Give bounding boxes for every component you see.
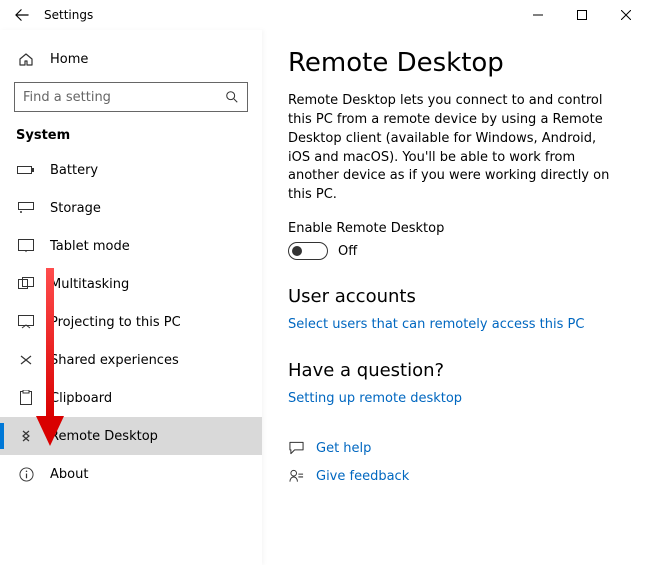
sidebar-item-projecting[interactable]: Projecting to this PC: [0, 303, 262, 341]
minimize-icon: [533, 10, 543, 20]
sidebar-item-tablet-mode[interactable]: Tablet mode: [0, 227, 262, 265]
arrow-left-icon: [15, 8, 29, 22]
titlebar: Settings: [0, 0, 648, 30]
chat-icon: [288, 441, 304, 455]
battery-icon: [16, 164, 36, 176]
search-input-wrap[interactable]: [14, 82, 248, 112]
have-a-question-heading: Have a question?: [288, 360, 622, 381]
toggle-label: Enable Remote Desktop: [288, 221, 622, 236]
sidebar-item-label: Clipboard: [50, 391, 112, 406]
sidebar-item-shared-experiences[interactable]: Shared experiences: [0, 341, 262, 379]
window-title: Settings: [44, 8, 93, 22]
sidebar-item-label: Projecting to this PC: [50, 315, 181, 330]
get-help-link[interactable]: Get help: [316, 441, 371, 456]
sidebar-section-label: System: [0, 122, 262, 151]
close-icon: [621, 10, 631, 20]
search-input[interactable]: [23, 90, 225, 105]
minimize-button[interactable]: [516, 0, 560, 30]
storage-icon: [16, 202, 36, 214]
search-icon: [225, 90, 239, 104]
sidebar: Home System Battery Storage: [0, 30, 262, 565]
home-icon: [16, 51, 36, 67]
window-controls: [516, 0, 648, 30]
close-button[interactable]: [604, 0, 648, 30]
user-accounts-heading: User accounts: [288, 286, 622, 307]
tablet-icon: [16, 239, 36, 253]
enable-remote-desktop-toggle[interactable]: [288, 242, 328, 260]
feedback-icon: [288, 469, 304, 483]
page-title: Remote Desktop: [288, 48, 622, 78]
setting-up-remote-desktop-link[interactable]: Setting up remote desktop: [288, 391, 462, 406]
sidebar-item-label: Battery: [50, 163, 98, 178]
sidebar-item-remote-desktop[interactable]: Remote Desktop: [0, 417, 262, 455]
projecting-icon: [16, 315, 36, 329]
maximize-button[interactable]: [560, 0, 604, 30]
remote-desktop-icon: [16, 429, 36, 443]
sidebar-item-label: Shared experiences: [50, 353, 179, 368]
sidebar-item-label: About: [50, 467, 88, 482]
sidebar-item-label: Tablet mode: [50, 239, 130, 254]
content-pane: Remote Desktop Remote Desktop lets you c…: [262, 30, 648, 565]
toggle-state-text: Off: [338, 244, 357, 259]
sidebar-item-clipboard[interactable]: Clipboard: [0, 379, 262, 417]
give-feedback-link[interactable]: Give feedback: [316, 469, 409, 484]
sidebar-home[interactable]: Home: [0, 40, 262, 78]
sidebar-item-battery[interactable]: Battery: [0, 151, 262, 189]
page-description: Remote Desktop lets you connect to and c…: [288, 92, 622, 205]
sidebar-item-storage[interactable]: Storage: [0, 189, 262, 227]
sidebar-item-multitasking[interactable]: Multitasking: [0, 265, 262, 303]
maximize-icon: [577, 10, 587, 20]
multitasking-icon: [16, 277, 36, 291]
clipboard-icon: [16, 390, 36, 406]
sidebar-home-label: Home: [50, 52, 88, 67]
sidebar-item-label: Remote Desktop: [50, 429, 158, 444]
sidebar-item-about[interactable]: About: [0, 455, 262, 493]
select-users-link[interactable]: Select users that can remotely access th…: [288, 317, 584, 332]
info-icon: [16, 467, 36, 482]
back-button[interactable]: [8, 8, 36, 22]
sidebar-item-label: Multitasking: [50, 277, 129, 292]
shared-experiences-icon: [16, 353, 36, 367]
sidebar-item-label: Storage: [50, 201, 101, 216]
